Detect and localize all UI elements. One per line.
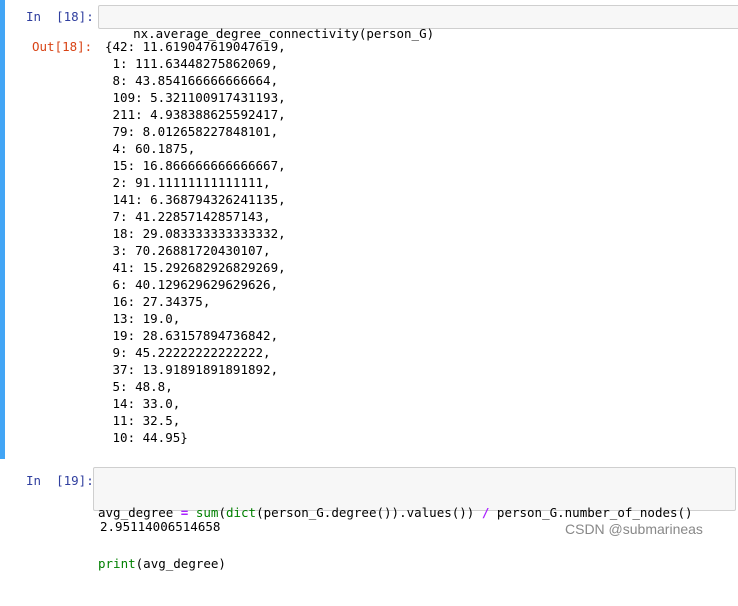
cell-output: {42: 11.619047619047619, 1: 111.63448275… [105, 38, 286, 446]
code-input[interactable]: avg_degree = sum(dict(person_G.degree())… [93, 467, 736, 571]
output-line: 10: 44.95} [105, 430, 188, 445]
output-line: 15: 16.866666666666667, [105, 158, 286, 173]
output-line: 19: 28.63157894736842, [105, 328, 279, 343]
watermark: CSDN @submarineas [565, 521, 703, 537]
output-line: 9: 45.22222222222222, [105, 345, 271, 360]
output-line: 3: 70.26881720430107, [105, 243, 271, 258]
output-line: 8: 43.854166666666664, [105, 73, 279, 88]
output-line: 18: 29.083333333333332, [105, 226, 286, 241]
code-cell-18[interactable]: In [18]: nx.average_degree_connectivity(… [0, 0, 738, 459]
output-line: 41: 15.292682926829269, [105, 260, 286, 275]
output-line: 7: 41.22857142857143, [105, 209, 271, 224]
output-line: 79: 8.012658227848101, [105, 124, 279, 139]
output-line: 2: 91.11111111111111, [105, 175, 271, 190]
output-line: 4: 60.1875, [105, 141, 196, 156]
output-line: 11: 32.5, [105, 413, 181, 428]
output-line: 1: 111.63448275862069, [105, 56, 279, 71]
output-line: 109: 5.321100917431193, [105, 90, 286, 105]
output-line: 13: 19.0, [105, 311, 181, 326]
output-line: 16: 27.34375, [105, 294, 211, 309]
cell-output: 2.95114006514658 [100, 519, 221, 534]
output-prompt: Out[18]: [32, 39, 93, 54]
output-line: 14: 33.0, [105, 396, 181, 411]
code-line: print(avg_degree) [98, 556, 226, 571]
output-line: 141: 6.368794326241135, [105, 192, 286, 207]
output-line: 6: 40.129629629629626, [105, 277, 279, 292]
output-line: 37: 13.91891891891892, [105, 362, 279, 377]
output-line: 5: 48.8, [105, 379, 173, 394]
output-line: {42: 11.619047619047619, [105, 39, 286, 54]
input-prompt: In [18]: [26, 9, 94, 24]
input-prompt: In [19]: [26, 473, 94, 488]
code-input[interactable]: nx.average_degree_connectivity(person_G) [98, 5, 738, 41]
output-line: 211: 4.938388625592417, [105, 107, 286, 122]
